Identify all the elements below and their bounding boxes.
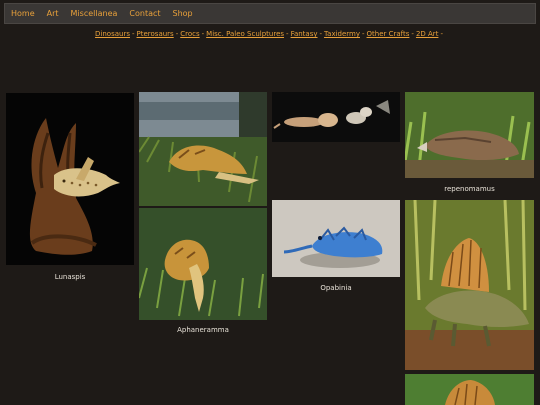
lunaspis-caption: Lunaspis xyxy=(54,273,86,281)
category-separator: - xyxy=(131,30,135,38)
aphaneramma-caption: Aphaneramma xyxy=(177,326,229,334)
nav-contact[interactable]: Contact xyxy=(129,9,160,18)
mammal-pair-image[interactable] xyxy=(272,92,400,142)
category-2d-art[interactable]: 2D Art xyxy=(416,30,438,38)
category-separator: - xyxy=(319,30,323,38)
aphaneramma-image-bottom[interactable] xyxy=(139,208,267,320)
category-separator: - xyxy=(201,30,205,38)
aphaneramma-image-top[interactable] xyxy=(139,92,267,206)
opabinia-image[interactable] xyxy=(272,200,400,277)
category-links: Dinosaurs - Pterosaurs - Crocs - Misc. Paleo S… xyxy=(0,30,540,38)
category-separator: - xyxy=(440,30,443,38)
nav-home[interactable]: Home xyxy=(11,9,35,18)
category-separator: - xyxy=(175,30,179,38)
category-other-crafts[interactable]: Other Crafts xyxy=(367,30,410,38)
category-pterosaurs[interactable]: Pterosaurs xyxy=(137,30,174,38)
nav-shop[interactable]: Shop xyxy=(173,9,193,18)
category-taxidermy[interactable]: Taxidermy xyxy=(324,30,360,38)
opabinia-caption: Opabinia xyxy=(320,284,352,292)
nav-miscellanea[interactable]: Miscellanea xyxy=(71,9,118,18)
category-misc-paleo-sculptures[interactable]: Misc. Paleo Sculptures xyxy=(206,30,284,38)
nav-art[interactable]: Art xyxy=(47,9,59,18)
main-nav: Home Art Miscellanea Contact Shop xyxy=(4,3,536,24)
category-separator: - xyxy=(286,30,289,38)
partial-sculpture-image[interactable] xyxy=(405,374,534,405)
lunaspis-image[interactable] xyxy=(6,93,134,265)
sail-back-creature-image[interactable] xyxy=(405,200,534,370)
repenomamus-caption: repenomamus xyxy=(444,185,495,193)
repenomamus-image[interactable] xyxy=(405,92,534,178)
category-crocs[interactable]: Crocs xyxy=(180,30,199,38)
category-dinosaurs[interactable]: Dinosaurs xyxy=(95,30,130,38)
category-separator: - xyxy=(411,30,414,38)
category-fantasy[interactable]: Fantasy xyxy=(291,30,318,38)
category-separator: - xyxy=(362,30,365,38)
